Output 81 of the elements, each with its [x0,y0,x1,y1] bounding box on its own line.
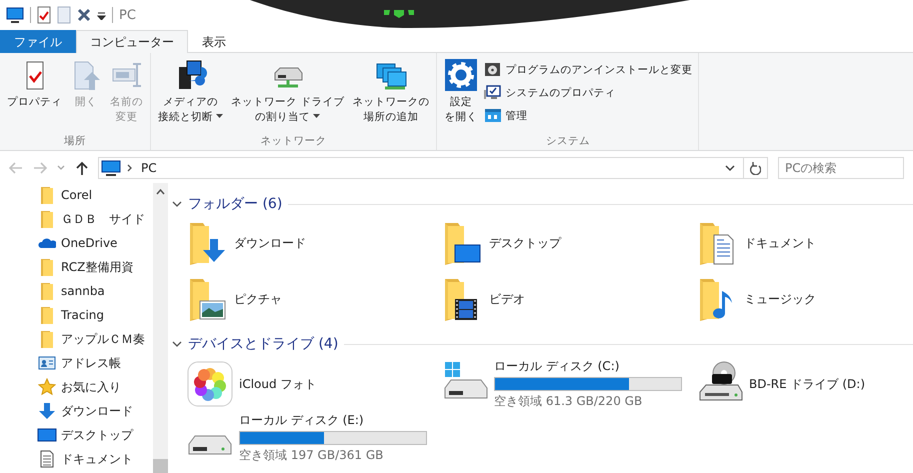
desktop-icon [37,428,57,442]
chevron-icon[interactable] [725,164,735,172]
photos-app-icon [186,360,234,408]
download-arrow-icon [38,402,56,420]
refresh-icon[interactable] [750,162,761,174]
folder-item[interactable]: ビデオ [441,271,696,327]
section-header[interactable]: デバイスとドライブ (4) [188,335,338,353]
sidebar-item[interactable]: デスクトップ [0,423,153,447]
manage-icon [484,107,502,124]
media-server-button[interactable]: メディアの 接続と切断 [155,59,226,125]
folder-item[interactable]: ダウンロード [186,215,441,271]
folder-item[interactable]: デスクトップ [441,215,696,271]
sidebar-item[interactable]: ダウンロード [0,399,153,423]
folder-icon [41,210,53,228]
drive-item[interactable]: ローカル ディスク (E:) 空き領域 197 GB/361 GB [186,411,441,465]
drive-item[interactable]: ローカル ディスク (C:) 空き領域 61.3 GB/220 GB [441,357,696,411]
ribbon-tab[interactable]: ファイル [0,30,76,53]
folder-item[interactable]: ドキュメント [696,215,913,271]
chevron-icon[interactable] [172,199,182,209]
scroll-up-icon[interactable] [156,189,165,195]
history-dropdown[interactable] [723,164,737,172]
drive-name: ローカル ディスク (C:) [494,358,620,375]
drive-name: BD-RE ドライブ (D:) [749,376,865,392]
disc-box-icon [484,61,502,78]
section-header[interactable]: フォルダー (6) [188,195,282,213]
sidebar-item[interactable]: アドレス帳 [0,351,153,375]
monitor-check-icon [484,84,502,101]
drive-item[interactable]: BD-RE ドライブ (D:) [696,357,913,411]
sidebar-item[interactable]: Corel [0,183,153,207]
computer-icon[interactable] [6,7,24,23]
ribbon-command[interactable]: プログラムのアンインストールと変更 [482,59,694,80]
checked-document-button[interactable]: プロパティ [4,59,65,110]
folder-item[interactable]: ミュージック [696,271,913,327]
settings-button[interactable]: 設定 を開く [441,59,480,125]
free-space-text: 空き領域 197 GB/361 GB [239,447,384,464]
folder-item[interactable]: ピクチャ [186,271,441,327]
folder-icon [41,258,53,276]
star-icon [38,378,56,396]
sidebar-item[interactable]: ＧＤＢ サイド [0,207,153,231]
sidebar-item[interactable]: RCZ整備用資 [0,255,153,279]
scroll-thumb[interactable] [153,459,168,473]
drive-icon [188,435,232,455]
chevron-icon[interactable] [172,339,182,349]
folder-icon [41,330,53,348]
ribbon-command[interactable]: 管理 [482,105,694,126]
group-label: ネットワーク [260,134,328,150]
folder-icon [41,306,53,324]
document-icon [40,450,54,468]
computer-icon [101,160,121,176]
ribbon-tab[interactable]: 表示 [188,30,240,53]
checked-document-icon[interactable] [37,6,51,24]
sidebar-item[interactable]: お気に入り [0,375,153,399]
sidebar-item[interactable]: sannba [0,279,153,303]
network-monitors-button[interactable]: ネットワークの 場所の追加 [349,59,432,125]
address-bar[interactable]: PC [98,157,768,179]
cloud-icon [38,237,56,249]
search-field[interactable]: PCの検索 [778,157,904,179]
free-space-text: 空き領域 61.3 GB/220 GB [494,393,644,410]
sidebar-item[interactable]: Tracing [0,303,153,327]
drive-name: ローカル ディスク (E:) [239,412,365,429]
group-label: システム [544,134,591,150]
chevron-icon [127,164,133,172]
ribbon-command[interactable]: システムのプロパティ [482,82,694,103]
folder-icon [41,282,53,300]
drive-item[interactable]: iCloud フォト [186,357,441,411]
sidebar-item[interactable]: ドキュメント [0,447,153,471]
sidebar-item[interactable]: アップルＣＭ奏 [0,327,153,351]
breadcrumb[interactable]: PC [139,161,159,175]
group-label: 場所 [63,134,87,150]
up-arrow-icon[interactable] [74,160,90,176]
ribbon-tab[interactable]: コンピューター [76,30,188,53]
window-title: PC [119,8,136,22]
cross-icon[interactable] [77,8,91,22]
drive-name: iCloud フォト [239,376,316,392]
contact-card-icon [38,356,56,370]
settings-icon [444,59,477,91]
sidebar-item[interactable]: OneDrive [0,231,153,255]
caret-icon[interactable] [97,10,106,20]
network-drive-button[interactable]: ネットワーク ドライブ の割り当て [228,59,348,125]
scrollbar[interactable] [153,183,168,473]
folder-icon [41,186,53,204]
